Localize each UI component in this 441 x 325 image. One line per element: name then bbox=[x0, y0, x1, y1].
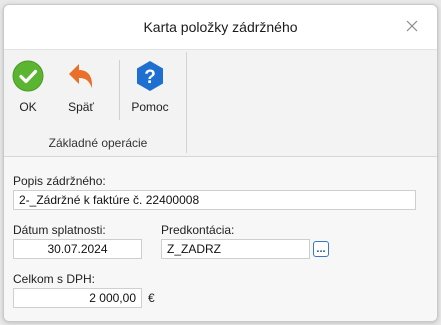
description-label: Popis zádržného: bbox=[13, 174, 106, 188]
total-field[interactable]: 2 000,00 bbox=[13, 288, 142, 308]
title-bar: Karta položky zádržného bbox=[4, 5, 437, 50]
due-date-label: Dátum splatnosti: bbox=[13, 223, 106, 237]
due-date-field[interactable]: 30.07.2024 bbox=[13, 239, 142, 259]
precontation-label: Predkontácia: bbox=[161, 223, 235, 237]
back-arrow-icon bbox=[69, 64, 93, 88]
form-panel: Popis zádržného: 2-_Zádržné k faktúre č.… bbox=[4, 157, 437, 321]
ribbon-toolbar: OK Späť ? Pomoc Základné operácie bbox=[4, 50, 437, 157]
help-question-icon: ? bbox=[137, 61, 163, 91]
total-label: Celkom s DPH: bbox=[13, 272, 96, 286]
svg-text:?: ? bbox=[144, 67, 156, 88]
help-button[interactable]: ? Pomoc bbox=[126, 58, 174, 120]
help-button-label: Pomoc bbox=[131, 100, 169, 114]
window-title: Karta položky zádržného bbox=[143, 19, 298, 35]
currency-label: € bbox=[148, 291, 155, 305]
description-field[interactable]: 2-_Zádržné k faktúre č. 22400008 bbox=[13, 190, 416, 210]
dialog-window: Karta položky zádržného OK Späť ? Pomoc … bbox=[3, 4, 438, 322]
ok-button-label: OK bbox=[19, 100, 37, 114]
ribbon-group-label: Základné operácie bbox=[48, 136, 148, 150]
back-button-label: Späť bbox=[68, 100, 94, 114]
ok-button[interactable]: OK bbox=[10, 58, 46, 120]
precontation-field[interactable]: Z_ZADRZ bbox=[161, 239, 310, 259]
ribbon-group-basic-operations: OK Späť ? Pomoc Základné operácie bbox=[10, 52, 187, 153]
ribbon-separator bbox=[119, 60, 120, 120]
back-button[interactable]: Späť bbox=[59, 58, 103, 120]
precontation-lookup-button[interactable]: ... bbox=[313, 241, 329, 257]
ok-check-icon bbox=[12, 60, 44, 92]
close-icon[interactable] bbox=[401, 15, 423, 37]
